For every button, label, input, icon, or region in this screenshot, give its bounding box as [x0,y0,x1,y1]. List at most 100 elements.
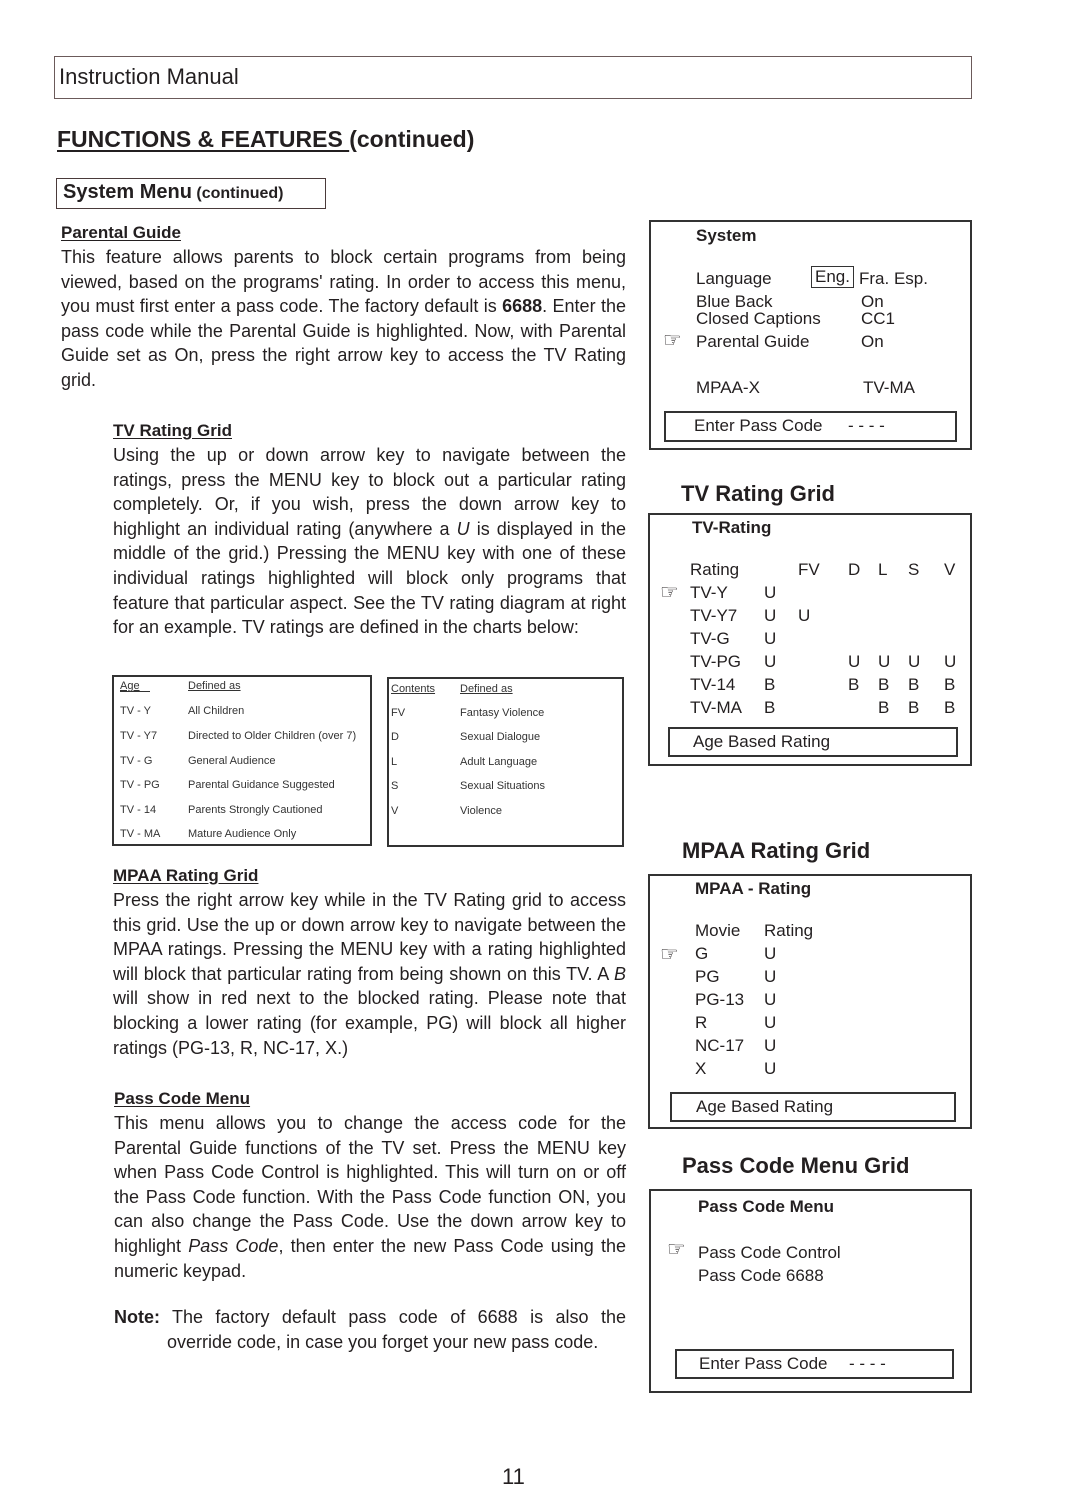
content-definition: Sexual Situations [460,780,545,792]
content-code: V [391,805,399,817]
tv-rating-cell[interactable]: B [848,675,859,695]
header-box: Instruction Manual [54,56,972,99]
section-title-suffix: (continued) [196,185,284,202]
manual-title: Instruction Manual [59,64,239,89]
tv-rating-cell[interactable]: B [944,675,955,695]
tv-rating-cell[interactable]: B [944,698,955,718]
mpaa-rating-cell[interactable]: U [764,1036,776,1056]
pointing-hand-icon: ☞ [663,329,682,352]
mpaa-rating-cell[interactable]: U [764,1059,776,1079]
passcode-grid-title: Pass Code Menu Grid [682,1153,910,1178]
pointing-hand-icon: ☞ [667,1238,686,1261]
tv-rating-cell[interactable]: B [764,675,775,695]
contents-header: Contents [391,683,436,695]
tv-rating-cell[interactable]: B [878,675,889,695]
age-based-rating-label: Age Based Rating [696,1097,834,1116]
note-label: Note: [114,1307,160,1327]
tv-rating-cell[interactable]: B [764,698,775,718]
tv-rating-cell[interactable]: B [908,698,919,718]
note-line-1: Note: The factory default pass code of 6… [114,1305,626,1330]
mpaa-rating-cell[interactable]: U [764,944,776,964]
language-label: Language [696,269,772,288]
tv-rating-label: TV-Y7 [690,606,738,625]
tv-grid-menu-title: TV-Rating [692,518,772,537]
age-code: TV - G [120,755,153,767]
closed-captions-value[interactable]: CC1 [861,309,895,329]
tv-rating-screen: TV-Rating ☞ Age Based Rating Rating FV D L S… [648,513,972,766]
pass-code-entry[interactable]: Enter Pass Code - - - - [664,411,957,442]
content-code: D [391,731,399,743]
tv-rating-cell[interactable]: U [764,652,776,672]
page-title-main: FUNCTIONS & FEATURES [57,126,350,152]
tv-rating-cell[interactable]: U [878,652,890,672]
tv-rating-cell[interactable]: B [878,698,889,718]
language-option-others[interactable]: Fra. Esp. [859,269,928,289]
tv-grid-column-header: FV [798,560,820,579]
mpaa-rating-cell[interactable]: U [764,990,776,1010]
tv-grid-column-header: Rating [690,560,740,579]
parental-guide-heading: Parental Guide [61,223,181,242]
content-code: L [391,756,398,768]
tv-rating-cell[interactable]: U [944,652,956,672]
age-definition-table: Age Defined as TV - Y All Children TV - Y… [112,675,372,846]
pass-code-entry[interactable]: Enter Pass Code - - - - [675,1349,954,1379]
pass-code-prompt: Enter Pass Code [694,416,823,435]
pass-code-value[interactable]: - - - - [849,1354,886,1374]
age-header-underline [120,680,150,692]
language-option-eng[interactable]: Eng. [811,266,854,288]
pass-code-control-item[interactable]: Pass Code Control [698,1243,841,1263]
note-text-1: The factory default pass code of 6688 is… [172,1307,626,1327]
mpaa-rating-screen: MPAA - Rating ☞ Age Based Rating Movie Ra… [648,874,972,1129]
tv-rating-label: TV-MA [690,698,742,717]
section-title: System Menu [63,181,192,203]
age-code: TV - 14 [120,804,157,816]
page-number: 11 [502,1464,525,1489]
tv-rating-cell[interactable]: B [908,675,919,695]
page-title: FUNCTIONS & FEATURES (continued) [57,126,474,153]
tv-rating-cell[interactable]: U [848,652,860,672]
mpaa-rating-label: PG-13 [695,990,745,1009]
content-code: FV [391,707,406,719]
mpaa-text-b: will show in red next to the blocked rat… [113,988,626,1058]
parental-guide-value[interactable]: On [861,332,884,352]
mpaa-rating-label: G [695,944,709,963]
mpaa-text-a: Press the right arrow key while in the T… [113,890,626,984]
tv-rating-text: Using the up or down arrow key to naviga… [113,443,626,640]
closed-captions-label: Closed Captions [696,309,821,328]
passcode-text: This menu allows you to change the acces… [114,1111,626,1283]
mpaa-grid-column-header: Movie [695,921,741,940]
age-definition: All Children [188,705,245,717]
mpaa-grid-menu-title: MPAA - Rating [695,879,812,898]
note-text-2: override code, in case you forget your n… [167,1331,599,1352]
mpaa-rating-label: PG [695,967,720,986]
passcode-text-a: This menu allows you to change the acces… [114,1113,626,1256]
passcode-menu-screen: Pass Code Menu ☞ Pass Code Control Pass … [649,1189,972,1393]
age-definition: Parents Strongly Cautioned [188,804,323,816]
mpaa-italic: B [613,963,626,984]
mpaa-rating-label: X [695,1059,707,1078]
pass-code-value[interactable]: - - - - [848,416,885,436]
mpaa-heading: MPAA Rating Grid [113,866,259,885]
mpaa-rating-cell[interactable]: U [764,1013,776,1033]
tv-rating-cell[interactable]: U [764,606,776,626]
age-code: TV - Y [120,705,151,717]
tv-rating-cell[interactable]: U [908,652,920,672]
mpaa-grid-column-header: Rating [764,921,814,940]
age-based-rating-box[interactable]: Age Based Rating [668,727,958,757]
pointing-hand-icon: ☞ [660,581,679,604]
tv-limit: TV-MA [863,378,915,397]
pass-code-prompt: Enter Pass Code [699,1354,828,1373]
mpaa-rating-cell[interactable]: U [764,967,776,987]
section-title-box: System Menu (continued) [56,178,326,209]
age-based-rating-box[interactable]: Age Based Rating [670,1092,956,1122]
tv-rating-cell[interactable]: U [798,606,810,626]
defined-header: Defined as [188,680,241,692]
tv-rating-label: TV-G [690,629,730,648]
age-based-rating-label: Age Based Rating [693,732,831,751]
tv-rating-label: TV-14 [690,675,736,694]
tv-rating-cell[interactable]: U [764,629,776,649]
tv-rating-cell[interactable]: U [764,583,776,603]
age-code: TV - PG [120,779,160,791]
age-definition: Directed to Older Children (over 7) [188,730,357,742]
pass-code-item[interactable]: Pass Code 6688 [698,1266,824,1286]
